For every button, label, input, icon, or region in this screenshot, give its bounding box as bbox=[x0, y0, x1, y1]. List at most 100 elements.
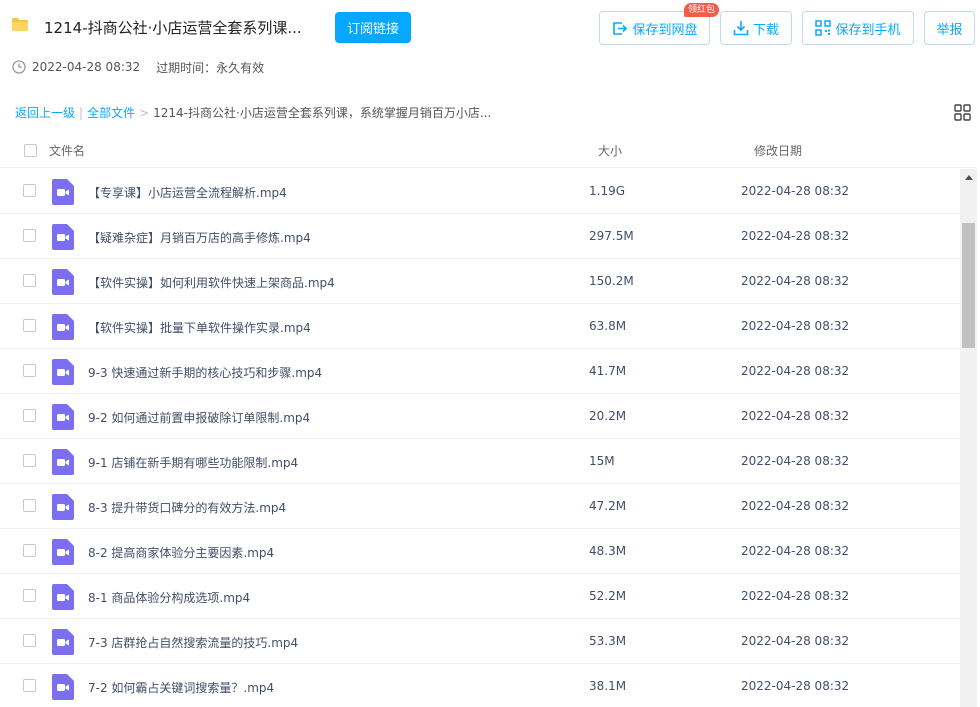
red-packet-badge[interactable]: 领红包 bbox=[684, 3, 720, 17]
file-size: 15M bbox=[589, 454, 615, 468]
download-label: 下载 bbox=[752, 22, 779, 38]
row-checkbox[interactable] bbox=[23, 634, 36, 647]
row-checkbox[interactable] bbox=[23, 229, 36, 242]
row-checkbox[interactable] bbox=[23, 274, 36, 287]
subscribe-link-button[interactable]: 订阅链接 bbox=[335, 12, 411, 43]
row-checkbox[interactable] bbox=[23, 184, 36, 197]
scroll-thumb[interactable] bbox=[962, 223, 975, 348]
share-time: 2022-04-28 08:32 bbox=[32, 60, 141, 74]
video-file-icon bbox=[52, 674, 74, 700]
file-date: 2022-04-28 08:32 bbox=[741, 589, 850, 603]
file-date: 2022-04-28 08:32 bbox=[741, 364, 850, 378]
save-to-phone-button[interactable]: 保存到手机 bbox=[802, 11, 914, 45]
file-name[interactable]: 9-1 店铺在新手期有哪些功能限制.mp4 bbox=[88, 454, 298, 471]
file-size: 48.3M bbox=[589, 544, 627, 558]
share-title: 1214-抖商公社·小店运营全套系列课... bbox=[44, 19, 302, 37]
row-checkbox[interactable] bbox=[23, 319, 36, 332]
row-checkbox[interactable] bbox=[23, 589, 36, 602]
file-name[interactable]: 【软件实操】批量下单软件操作实录.mp4 bbox=[88, 319, 311, 336]
save-to-phone-label: 保存到手机 bbox=[835, 22, 901, 38]
triangle-up-icon bbox=[964, 175, 973, 180]
file-size: 297.5M bbox=[589, 229, 634, 243]
table-row[interactable]: 7-3 店群抢占自然搜索流量的技巧.mp4 53.3M 2022-04-28 0… bbox=[0, 619, 960, 664]
file-date: 2022-04-28 08:32 bbox=[741, 319, 850, 333]
file-date: 2022-04-28 08:32 bbox=[741, 409, 850, 423]
file-date: 2022-04-28 08:32 bbox=[741, 499, 850, 513]
breadcrumb: 返回上一级 | 全部文件 > 1214-抖商公社·小店运营全套系列课，系统掌握月… bbox=[15, 104, 491, 121]
scrollbar[interactable] bbox=[960, 169, 977, 707]
file-name[interactable]: 9-2 如何通过前置申报破除订单限制.mp4 bbox=[88, 409, 310, 426]
video-file-icon bbox=[52, 494, 74, 520]
download-icon bbox=[733, 21, 749, 36]
video-file-icon bbox=[52, 179, 74, 205]
video-file-icon bbox=[52, 539, 74, 565]
file-name[interactable]: 【疑难杂症】月销百万店的高手修炼.mp4 bbox=[88, 229, 311, 246]
share-header: 1214-抖商公社·小店运营全套系列课... 订阅链接 保存到网盘 领红包 下载… bbox=[0, 0, 980, 56]
video-file-icon bbox=[52, 404, 74, 430]
file-date: 2022-04-28 08:32 bbox=[741, 544, 850, 558]
row-checkbox[interactable] bbox=[23, 364, 36, 377]
file-size: 41.7M bbox=[589, 364, 627, 378]
file-list-header: 文件名 大小 修改日期 bbox=[0, 131, 976, 168]
row-checkbox[interactable] bbox=[23, 454, 36, 467]
row-checkbox[interactable] bbox=[23, 409, 36, 422]
file-size: 47.2M bbox=[589, 499, 627, 513]
file-date: 2022-04-28 08:32 bbox=[741, 679, 850, 693]
file-date: 2022-04-28 08:32 bbox=[741, 634, 850, 648]
video-file-icon bbox=[52, 449, 74, 475]
all-files-link[interactable]: 全部文件 bbox=[87, 104, 135, 121]
file-size: 63.8M bbox=[589, 319, 627, 333]
table-row[interactable]: 【软件实操】批量下单软件操作实录.mp4 63.8M 2022-04-28 08… bbox=[0, 304, 960, 349]
row-checkbox[interactable] bbox=[23, 499, 36, 512]
column-name[interactable]: 文件名 bbox=[49, 142, 85, 159]
breadcrumb-arrow: > bbox=[139, 105, 150, 120]
table-row[interactable]: 【专享课】小店运营全流程解析.mp4 1.19G 2022-04-28 08:3… bbox=[0, 169, 960, 214]
table-row[interactable]: 【软件实操】如何利用软件快速上架商品.mp4 150.2M 2022-04-28… bbox=[0, 259, 960, 304]
column-size[interactable]: 大小 bbox=[598, 142, 622, 159]
file-name[interactable]: 【软件实操】如何利用软件快速上架商品.mp4 bbox=[88, 274, 335, 291]
file-name[interactable]: 8-3 提升带货口碑分的有效方法.mp4 bbox=[88, 499, 286, 516]
video-file-icon bbox=[52, 629, 74, 655]
file-name[interactable]: 7-2 如何霸占关键词搜索量？.mp4 bbox=[88, 679, 274, 696]
video-file-icon bbox=[52, 584, 74, 610]
select-all-checkbox[interactable] bbox=[24, 144, 37, 157]
table-row[interactable]: 7-2 如何霸占关键词搜索量？.mp4 38.1M 2022-04-28 08:… bbox=[0, 664, 960, 707]
file-date: 2022-04-28 08:32 bbox=[741, 274, 850, 288]
table-row[interactable]: 8-2 提高商家体验分主要因素.mp4 48.3M 2022-04-28 08:… bbox=[0, 529, 960, 574]
table-row[interactable]: 【疑难杂症】月销百万店的高手修炼.mp4 297.5M 2022-04-28 0… bbox=[0, 214, 960, 259]
file-name[interactable]: 8-2 提高商家体验分主要因素.mp4 bbox=[88, 544, 274, 561]
file-name[interactable]: 8-1 商品体验分构成选项.mp4 bbox=[88, 589, 250, 606]
scroll-up-arrow[interactable] bbox=[960, 169, 977, 186]
file-name[interactable]: 【专享课】小店运营全流程解析.mp4 bbox=[88, 184, 287, 201]
table-row[interactable]: 9-2 如何通过前置申报破除订单限制.mp4 20.2M 2022-04-28 … bbox=[0, 394, 960, 439]
row-checkbox[interactable] bbox=[23, 544, 36, 557]
table-row[interactable]: 9-1 店铺在新手期有哪些功能限制.mp4 15M 2022-04-28 08:… bbox=[0, 439, 960, 484]
file-date: 2022-04-28 08:32 bbox=[741, 229, 850, 243]
file-size: 38.1M bbox=[589, 679, 627, 693]
file-name[interactable]: 7-3 店群抢占自然搜索流量的技巧.mp4 bbox=[88, 634, 298, 651]
qr-code-icon bbox=[815, 20, 832, 36]
video-file-icon bbox=[52, 359, 74, 385]
video-file-icon bbox=[52, 269, 74, 295]
table-row[interactable]: 8-3 提升带货口碑分的有效方法.mp4 47.2M 2022-04-28 08… bbox=[0, 484, 960, 529]
video-file-icon bbox=[52, 314, 74, 340]
clock-icon bbox=[12, 60, 26, 74]
file-size: 20.2M bbox=[589, 409, 627, 423]
grid-view-icon[interactable] bbox=[954, 104, 971, 121]
table-row[interactable]: 8-1 商品体验分构成选项.mp4 52.2M 2022-04-28 08:32 bbox=[0, 574, 960, 619]
file-size: 150.2M bbox=[589, 274, 634, 288]
save-to-cloud-icon bbox=[613, 21, 628, 35]
save-to-cloud-label: 保存到网盘 bbox=[632, 22, 698, 38]
file-size: 52.2M bbox=[589, 589, 627, 603]
report-button[interactable]: 举报 bbox=[924, 11, 975, 45]
folder-icon bbox=[12, 18, 28, 31]
column-date[interactable]: 修改日期 bbox=[754, 142, 802, 159]
row-checkbox[interactable] bbox=[23, 679, 36, 692]
download-button[interactable]: 下载 bbox=[720, 11, 792, 45]
file-name[interactable]: 9-3 快速通过新手期的核心技巧和步骤.mp4 bbox=[88, 364, 322, 381]
file-date: 2022-04-28 08:32 bbox=[741, 184, 850, 198]
breadcrumb-current: 1214-抖商公社·小店运营全套系列课，系统掌握月销百万小店... bbox=[153, 106, 492, 120]
back-link[interactable]: 返回上一级 bbox=[15, 104, 75, 121]
table-row[interactable]: 9-3 快速通过新手期的核心技巧和步骤.mp4 41.7M 2022-04-28… bbox=[0, 349, 960, 394]
breadcrumb-divider: | bbox=[79, 105, 84, 120]
